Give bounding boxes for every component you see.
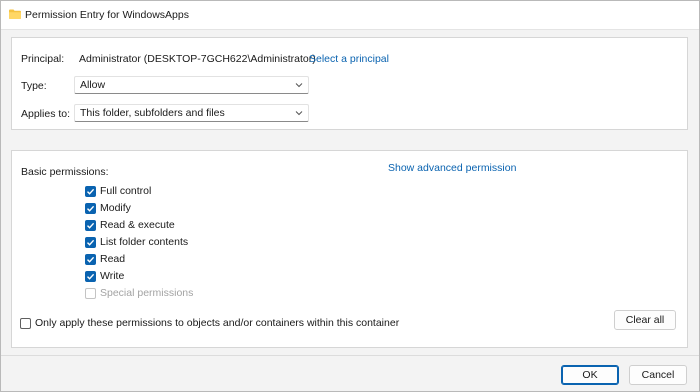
checkmark-icon [87,205,95,212]
ok-button[interactable]: OK [561,365,619,385]
show-advanced-permissions-link[interactable]: Show advanced permission [388,162,516,174]
type-selected-value: Allow [80,79,106,91]
perm-label: List folder contents [100,236,189,248]
checkmark-icon [87,188,95,195]
checkmark-icon [87,256,95,263]
principal-panel: Principal: Administrator (DESKTOP-7GCH62… [11,37,688,130]
perm-label: Write [100,270,125,282]
perm-label: Modify [100,202,131,214]
perm-label: Read & execute [100,219,175,231]
select-principal-link[interactable]: Select a principal [309,53,389,65]
checkbox-checked[interactable] [85,220,96,231]
checkmark-icon [87,239,95,246]
checkbox-checked[interactable] [85,271,96,282]
type-select[interactable]: Allow [74,76,309,94]
checkbox-checked[interactable] [85,237,96,248]
perm-label: Full control [100,185,152,197]
only-apply-label: Only apply these permissions to objects … [35,317,400,329]
checkmark-icon [87,222,95,229]
basic-permissions-label: Basic permissions: [21,166,109,178]
principal-value: Administrator (DESKTOP-7GCH622\Administr… [79,53,316,65]
applies-to-selected-value: This folder, subfolders and files [80,107,225,119]
footer-divider [1,355,699,356]
checkbox-checked[interactable] [85,203,96,214]
checkbox-disabled [85,288,96,299]
clear-all-button[interactable]: Clear all [614,310,676,330]
perm-label: Special permissions [100,287,194,299]
title-bar: Permission Entry for WindowsApps [1,1,699,30]
folder-icon [9,9,21,19]
principal-label: Principal: [21,53,65,65]
type-label: Type: [21,80,47,92]
chevron-down-icon [295,111,303,116]
window-title: Permission Entry for WindowsApps [25,9,189,21]
chevron-down-icon [295,83,303,88]
permission-entry-dialog: Permission Entry for WindowsApps Princip… [0,0,700,392]
cancel-button[interactable]: Cancel [629,365,687,385]
checkmark-icon [87,273,95,280]
checkbox-unchecked[interactable] [20,318,31,329]
checkbox-checked[interactable] [85,254,96,265]
perm-label: Read [100,253,126,265]
checkbox-checked[interactable] [85,186,96,197]
basic-permissions-panel: Basic permissions: Show advanced permiss… [11,150,688,348]
applies-to-select[interactable]: This folder, subfolders and files [74,104,309,122]
applies-to-label: Applies to: [21,108,71,120]
